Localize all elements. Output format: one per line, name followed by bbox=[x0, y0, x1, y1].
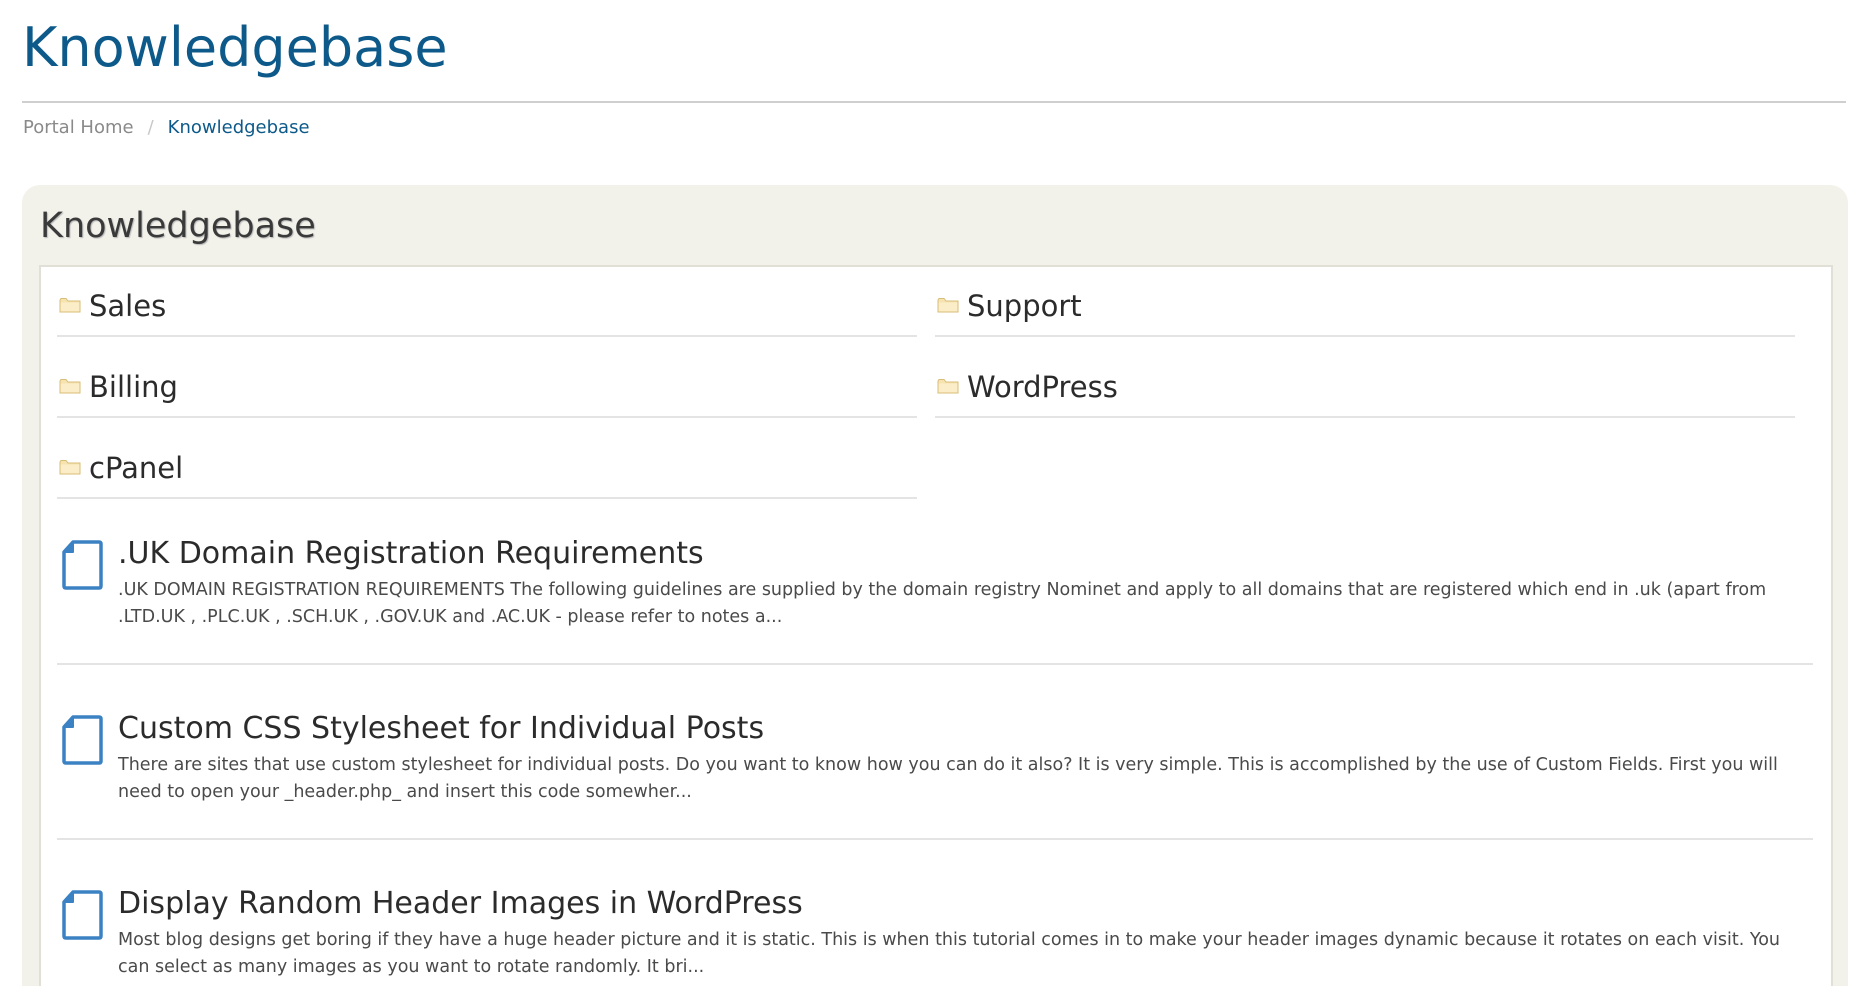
category-support[interactable]: Support bbox=[935, 273, 1795, 337]
title-divider bbox=[22, 101, 1846, 103]
page-title: Knowledgebase bbox=[22, 16, 448, 79]
document-icon bbox=[62, 715, 103, 765]
article-title[interactable]: Custom CSS Stylesheet for Individual Pos… bbox=[118, 711, 764, 747]
folder-icon bbox=[59, 460, 81, 475]
folder-icon bbox=[937, 379, 959, 394]
document-icon bbox=[62, 890, 103, 940]
article-item[interactable]: Display Random Header Images in WordPres… bbox=[57, 853, 1813, 986]
category-label[interactable]: Support bbox=[967, 288, 1082, 324]
breadcrumb-knowledgebase-link[interactable]: Knowledgebase bbox=[168, 117, 310, 138]
category-label[interactable]: WordPress bbox=[967, 369, 1118, 405]
category-label[interactable]: cPanel bbox=[89, 450, 183, 486]
category-billing[interactable]: Billing bbox=[57, 354, 917, 418]
folder-icon bbox=[937, 298, 959, 313]
category-wordpress[interactable]: WordPress bbox=[935, 354, 1795, 418]
article-snippet: There are sites that use custom styleshe… bbox=[118, 755, 1778, 802]
panel-heading: Knowledgebase bbox=[40, 206, 316, 246]
article-item[interactable]: .UK Domain Registration Requirements .UK… bbox=[57, 503, 1813, 665]
category-cpanel[interactable]: cPanel bbox=[57, 435, 917, 499]
category-sales[interactable]: Sales bbox=[57, 273, 917, 337]
breadcrumb-separator: / bbox=[147, 117, 154, 138]
breadcrumb: Portal Home / Knowledgebase bbox=[23, 116, 310, 140]
article-title[interactable]: .UK Domain Registration Requirements bbox=[118, 536, 704, 572]
category-label[interactable]: Billing bbox=[89, 369, 178, 405]
article-title[interactable]: Display Random Header Images in WordPres… bbox=[118, 886, 803, 922]
folder-icon bbox=[59, 379, 81, 394]
article-snippet: Most blog designs get boring if they hav… bbox=[118, 930, 1780, 977]
category-label[interactable]: Sales bbox=[89, 288, 166, 324]
panel-content: Sales Support Billing WordPress cPanel .… bbox=[39, 265, 1833, 986]
document-icon bbox=[62, 540, 103, 590]
article-item[interactable]: Custom CSS Stylesheet for Individual Pos… bbox=[57, 678, 1813, 840]
knowledgebase-panel: Knowledgebase Sales Support Billing Word… bbox=[22, 185, 1848, 986]
page: Knowledgebase Portal Home / Knowledgebase … bbox=[0, 0, 1868, 986]
folder-icon bbox=[59, 298, 81, 313]
article-snippet: .UK DOMAIN REGISTRATION REQUIREMENTS The… bbox=[118, 580, 1767, 627]
breadcrumb-portal-home-link[interactable]: Portal Home bbox=[23, 117, 134, 138]
